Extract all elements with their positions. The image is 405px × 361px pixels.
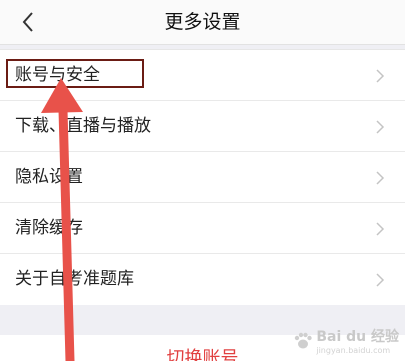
watermark-brand: Bai du 经验 [316, 329, 399, 345]
settings-item-label: 清除缓存 [15, 218, 83, 238]
settings-item-clear-cache[interactable]: 清除缓存 [0, 203, 405, 254]
settings-item-about[interactable]: 关于自考准题库 [0, 254, 405, 305]
settings-item-label: 账号与安全 [15, 65, 100, 85]
chevron-right-icon [376, 222, 385, 236]
paw-icon [295, 332, 313, 348]
settings-item-account-security[interactable]: 账号与安全 [0, 50, 405, 101]
watermark: Bai du 经验 jingyan.baidu.com [293, 326, 399, 355]
page-title: 更多设置 [164, 11, 241, 33]
watermark-sub: jingyan.baidu.com [316, 346, 391, 355]
settings-item-download-live-playback[interactable]: 下载、直播与播放 [0, 101, 405, 152]
chevron-right-icon [376, 69, 385, 83]
settings-list: 账号与安全 下载、直播与播放 隐私设置 清除缓存 关于自考准题库 [0, 49, 405, 305]
nav-bar: 更多设置 [0, 0, 405, 45]
settings-item-label: 关于自考准题库 [15, 269, 134, 289]
settings-item-label: 下载、直播与播放 [15, 116, 151, 136]
settings-item-privacy[interactable]: 隐私设置 [0, 152, 405, 203]
chevron-right-icon [376, 171, 385, 185]
settings-item-label: 隐私设置 [15, 167, 83, 187]
chevron-right-icon [376, 273, 385, 287]
chevron-right-icon [376, 120, 385, 134]
